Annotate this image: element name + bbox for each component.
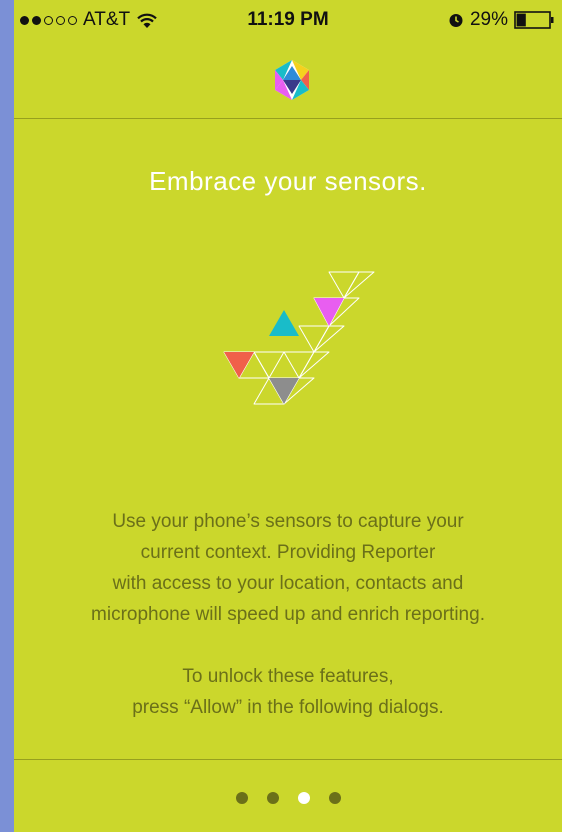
battery-icon — [514, 11, 554, 29]
checkmark-triangles-icon — [223, 271, 375, 405]
description-line: current context. Providing Reporter — [140, 542, 436, 563]
description-text: Use your phone’s sensors to capture your… — [34, 506, 542, 723]
battery-percent: 29% — [469, 9, 508, 30]
page-dot[interactable] — [328, 792, 341, 804]
page-title: Embrace your sensors. — [149, 166, 427, 196]
page-dot[interactable] — [266, 792, 279, 804]
footer-divider — [14, 759, 562, 760]
reporter-logo-icon — [275, 60, 309, 100]
phone-screen: AT&T 11:19 PM 29% Embrace your sensors. … — [14, 0, 562, 832]
alarm-icon — [449, 14, 463, 27]
page-indicator[interactable] — [14, 792, 562, 804]
page-dot[interactable] — [297, 792, 310, 804]
status-bar: AT&T 11:19 PM 29% — [14, 0, 562, 40]
description-line: microphone will speed up and enrich repo… — [91, 604, 485, 625]
instruction-line: press “Allow” in the following dialogs. — [132, 697, 444, 718]
description-line: with access to your location, contacts a… — [112, 573, 464, 594]
status-right: 29% — [448, 9, 554, 31]
instruction-line: To unlock these features, — [182, 666, 394, 687]
left-rail — [0, 0, 14, 832]
description-line: Use your phone’s sensors to capture your — [112, 511, 464, 532]
header-divider — [14, 118, 562, 119]
page-dot[interactable] — [235, 792, 248, 804]
